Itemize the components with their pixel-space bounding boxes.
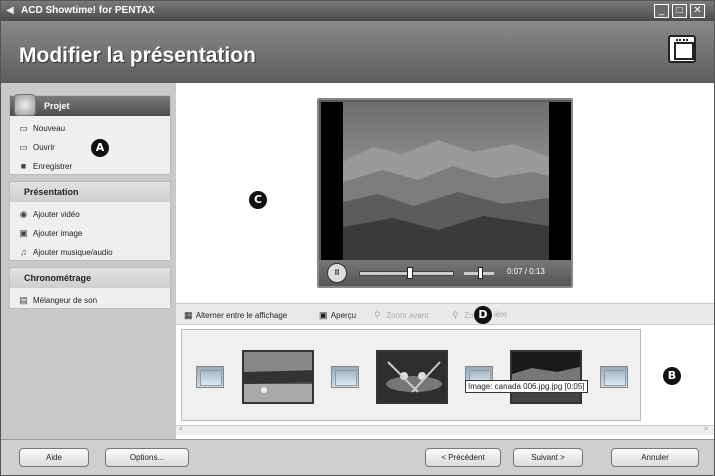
- slide-thumbnail[interactable]: [242, 350, 314, 404]
- transition-slot[interactable]: [600, 366, 628, 388]
- volume-slider[interactable]: [464, 267, 494, 279]
- panel-presentation: Présentation ◉ Ajouter vidéo ▣ Ajouter i…: [9, 181, 171, 261]
- sidebar-item-ajouter-video[interactable]: ◉ Ajouter vidéo: [10, 202, 170, 221]
- next-button[interactable]: Suivant >: [513, 448, 583, 467]
- video-player: II 0:07 / 0:13: [317, 98, 573, 288]
- callout-b: B: [663, 367, 681, 385]
- scroll-right-arrow-icon[interactable]: >: [704, 426, 708, 433]
- timecode: 0:07 / 0:13: [507, 267, 545, 276]
- sound-mixer-icon: ▤: [19, 294, 28, 305]
- sidebar-item-label: Nouveau: [33, 123, 66, 133]
- preview-label: Aperçu: [330, 311, 357, 320]
- sidebar-item-label: Mélangeur de son: [33, 295, 98, 305]
- zoom-in-icon: ⚲: [374, 310, 381, 320]
- toggle-view-label: Alterner entre le affichage: [195, 311, 288, 320]
- zoom-out-icon: ⚲: [452, 310, 459, 320]
- zoom-out-label: Zo: [464, 311, 474, 320]
- storyboard-strip: Image: canada 006.jpg.jpg [0:05]: [181, 329, 641, 421]
- panel-projet: Projet ▭ Nouveau ▭ Ouvrir ■ Enregistrer: [9, 94, 171, 175]
- new-folder-icon: ▭: [19, 122, 28, 133]
- zoom-in-button[interactable]: ⚲ Zoom avant: [374, 310, 428, 321]
- kayak-image: [378, 352, 446, 402]
- horizontal-scrollbar[interactable]: < >: [176, 425, 714, 435]
- preview-button[interactable]: ▣ Aperçu: [319, 310, 356, 321]
- app-icon: ◀: [6, 5, 14, 16]
- minimize-button[interactable]: _: [654, 4, 669, 18]
- callout-c: C: [249, 191, 267, 209]
- transition-slot[interactable]: [196, 366, 224, 388]
- zoom-out-button[interactable]: ⚲ Zo: [452, 310, 474, 321]
- sidebar-item-label: Enregistrer: [33, 161, 73, 171]
- mountain-image: [343, 102, 549, 260]
- scroll-left-arrow-icon[interactable]: <: [179, 426, 183, 433]
- sidebar-item-label: Ajouter musique/audio: [33, 247, 113, 257]
- footer-bar: Aide Options... < Précédent Suivant > An…: [1, 439, 714, 475]
- sidebar-item-label: Ouvrir: [33, 142, 55, 152]
- sidebar-item-ajouter-musique[interactable]: ♫ Ajouter musique/audio: [10, 240, 170, 259]
- sidebar-item-label: Ajouter image: [33, 228, 83, 238]
- sidebar-item-melangeur[interactable]: ▤ Mélangeur de son: [10, 288, 170, 307]
- storyboard: Image: canada 006.jpg.jpg [0:05] B < >: [176, 325, 714, 439]
- toggle-view-button[interactable]: ▦ Alterner entre le affichage: [184, 310, 287, 321]
- sidebar-item-ouvrir[interactable]: ▭ Ouvrir: [10, 135, 170, 154]
- sidebar: Projet ▭ Nouveau ▭ Ouvrir ■ Enregistrer …: [1, 83, 176, 439]
- open-folder-icon: ▭: [19, 141, 28, 152]
- zoom-in-label: Zoom avant: [386, 311, 429, 320]
- slide-thumbnail-selected[interactable]: [510, 350, 582, 404]
- sidebar-item-nouveau[interactable]: ▭ Nouveau: [10, 116, 170, 135]
- player-controls: II 0:07 / 0:13: [319, 260, 571, 286]
- project-icon: [14, 94, 36, 116]
- slide-tooltip: Image: canada 006.jpg.jpg [0:05]: [465, 380, 588, 393]
- maximize-button[interactable]: □: [672, 4, 687, 18]
- sidebar-item-ajouter-image[interactable]: ▣ Ajouter image: [10, 221, 170, 240]
- callout-a: A: [91, 139, 109, 157]
- previous-button[interactable]: < Précédent: [425, 448, 501, 467]
- music-icon: ♫: [20, 246, 27, 257]
- video-frame: [321, 102, 571, 260]
- panel-chronometrage-title: Chronométrage: [10, 268, 170, 288]
- film-edit-icon: [668, 35, 696, 63]
- title-bar: ◀ ACD Showtime! for PENTAX _ □ ✕: [1, 1, 714, 21]
- panel-presentation-title: Présentation: [10, 182, 170, 202]
- toggle-view-icon: ▦: [184, 310, 193, 320]
- seek-bar[interactable]: [359, 267, 454, 279]
- cancel-button[interactable]: Annuler: [611, 448, 699, 467]
- preview-area: C II 0:07 / 0:13: [176, 83, 714, 303]
- storyboard-toolbar: ▦ Alterner entre le affichage ▣ Aperçu ⚲…: [176, 303, 714, 325]
- zoom-out-label-tail: ière: [494, 310, 508, 319]
- slide-thumbnail[interactable]: [376, 350, 448, 404]
- page-header: Modifier la présentation: [1, 21, 714, 83]
- volume-thumb[interactable]: [478, 267, 483, 279]
- beach-image: [244, 352, 312, 402]
- help-button[interactable]: Aide: [19, 448, 89, 467]
- pause-button[interactable]: II: [327, 263, 347, 283]
- preview-icon: ▣: [319, 310, 328, 320]
- lake-image: [512, 352, 580, 402]
- window-title: ACD Showtime! for PENTAX: [21, 5, 155, 16]
- seek-thumb[interactable]: [407, 267, 413, 279]
- sidebar-item-label: Ajouter vidéo: [33, 209, 80, 219]
- video-camera-icon: ◉: [19, 208, 28, 219]
- options-button[interactable]: Options...: [105, 448, 189, 467]
- callout-d: D: [474, 306, 492, 324]
- panel-chronometrage: Chronométrage ▤ Mélangeur de son: [9, 267, 171, 309]
- sidebar-item-enregistrer[interactable]: ■ Enregistrer: [10, 154, 170, 173]
- image-icon: ▣: [19, 227, 28, 238]
- close-button[interactable]: ✕: [690, 4, 705, 18]
- transition-slot[interactable]: [331, 366, 359, 388]
- app-window: ◀ ACD Showtime! for PENTAX _ □ ✕ Modifie…: [0, 0, 715, 476]
- page-title: Modifier la présentation: [19, 44, 256, 67]
- save-icon: ■: [20, 160, 27, 171]
